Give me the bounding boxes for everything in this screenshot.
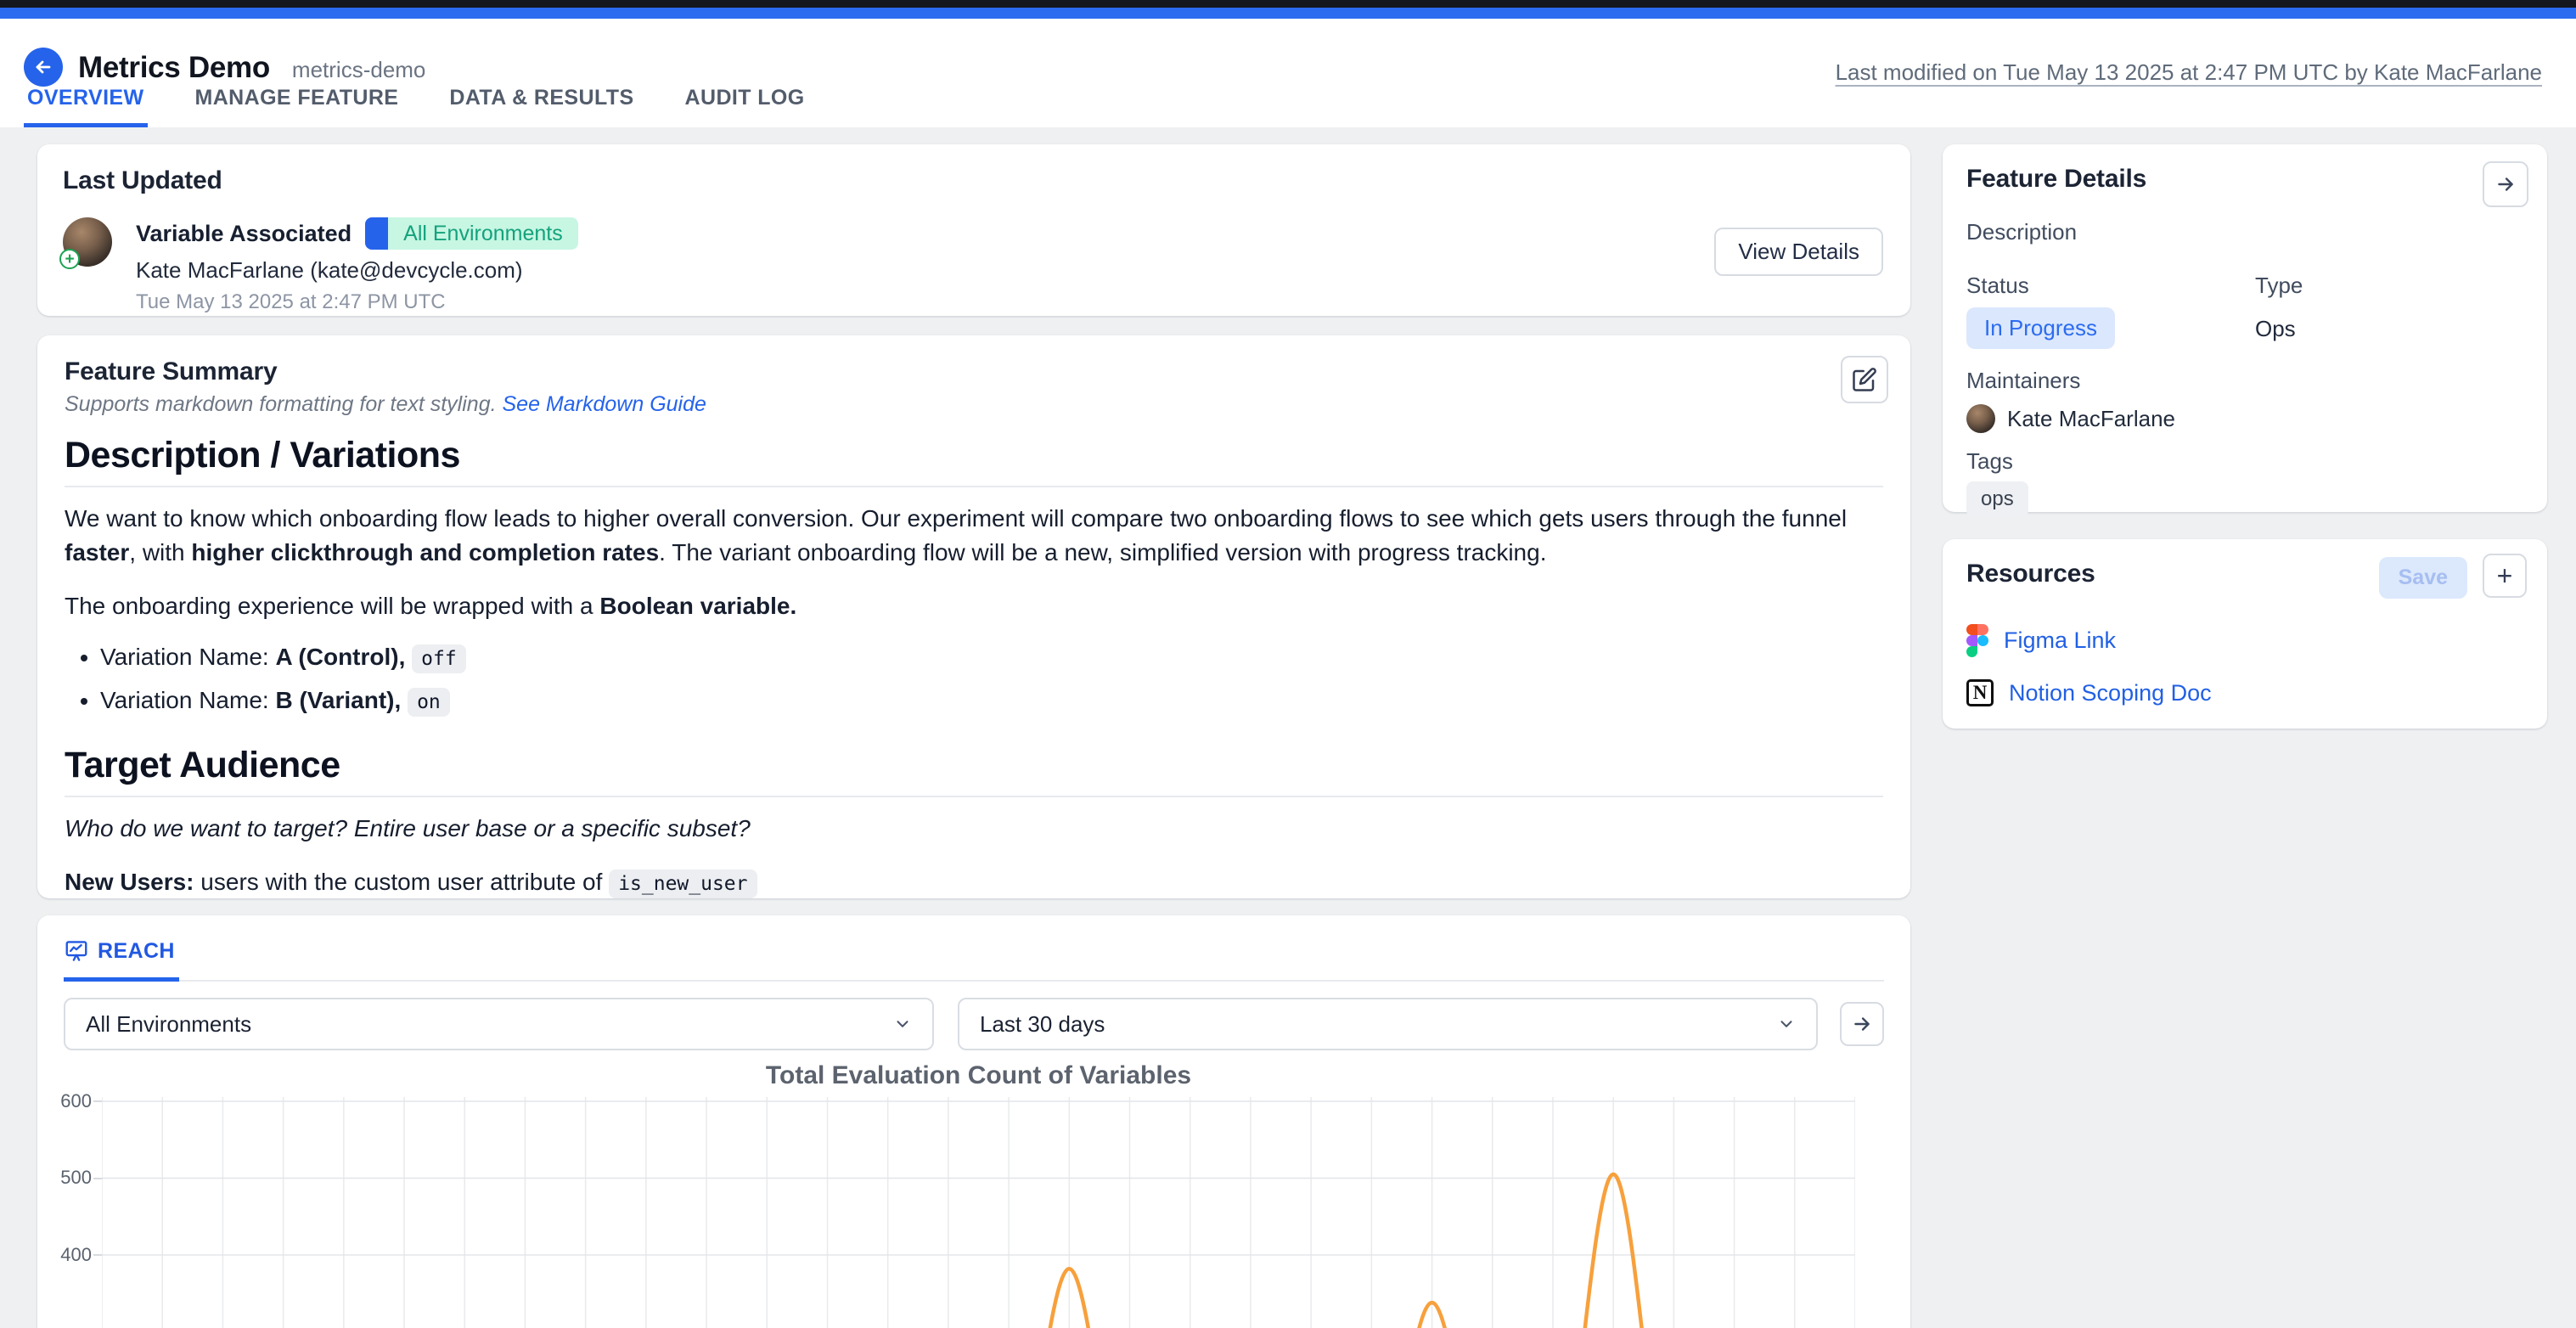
maintainer-avatar (1966, 404, 1995, 433)
feature-details-card: Feature Details Description Status In Pr… (1943, 144, 2547, 512)
page-slug: metrics-demo (292, 57, 425, 83)
last-modified-text[interactable]: Last modified on Tue May 13 2025 at 2:47… (1836, 59, 2542, 86)
date-range-select-value: Last 30 days (980, 1011, 1105, 1038)
event-name: Variable Associated (136, 221, 352, 247)
back-button[interactable] (24, 48, 63, 87)
open-feature-details-button[interactable] (2483, 161, 2528, 207)
tag-badge: ops (1966, 481, 2028, 517)
subtitle-text: Supports markdown formatting for text st… (65, 392, 503, 416)
environment-select[interactable]: All Environments (64, 998, 934, 1050)
markdown-body: Description / Variations We want to know… (65, 436, 1883, 898)
status-badge: In Progress (1966, 307, 2115, 349)
status-label: Status (1966, 273, 2255, 299)
view-details-button[interactable]: View Details (1714, 228, 1883, 276)
event-timestamp: Tue May 13 2025 at 2:47 PM UTC (136, 290, 578, 314)
section-heading-target-audience: Target Audience (65, 746, 1883, 797)
reach-card: REACH All Environments Last 30 days Tota… (37, 915, 1910, 1328)
resource-link-label: Figma Link (2004, 627, 2116, 654)
reach-tab-active-underline (64, 977, 179, 982)
feature-summary-heading: Feature Summary (65, 357, 1883, 386)
section-heading-description: Description / Variations (65, 436, 1883, 487)
variation-list: Variation Name: A (Control), off Variati… (75, 640, 1883, 719)
main-content: Last Updated + Variable Associated All E… (0, 127, 2576, 1328)
paragraph-new-users: New Users: users with the custom user at… (65, 865, 1883, 898)
title-row: Metrics Demo metrics-demo (78, 51, 425, 85)
tab-audit-log[interactable]: AUDIT LOG (683, 86, 807, 127)
feature-summary-card: Feature Summary Supports markdown format… (37, 335, 1910, 898)
top-dark-bar (0, 0, 2576, 8)
last-updated-row: + Variable Associated All Environments K… (63, 217, 1885, 314)
tags-label: Tags (1966, 448, 2523, 475)
notion-icon: N (1966, 679, 1994, 706)
edit-pencil-icon (1852, 367, 1877, 392)
page-header: Metrics Demo metrics-demo Last modified … (0, 19, 2576, 127)
list-item: Variation Name: B (Variant), on (100, 684, 1883, 719)
arrow-left-icon (33, 57, 53, 77)
feature-details-heading: Feature Details (1966, 165, 2523, 194)
top-accent-bar (0, 8, 2576, 19)
page-title: Metrics Demo (78, 51, 270, 85)
save-button[interactable]: Save (2379, 557, 2467, 599)
arrow-right-icon (1851, 1013, 1873, 1035)
resource-link-notion[interactable]: N Notion Scoping Doc (1966, 679, 2523, 706)
chart-title: Total Evaluation Count of Variables (102, 1061, 1855, 1090)
status-column: Status In Progress (1966, 273, 2255, 349)
event-user: Kate MacFarlane (kate@devcycle.com) (136, 257, 578, 284)
chevron-down-icon (893, 1015, 912, 1033)
edit-summary-button[interactable] (1841, 356, 1888, 403)
feature-summary-subtitle: Supports markdown formatting for text st… (65, 392, 1883, 417)
last-updated-detail: Variable Associated All Environments Kat… (136, 217, 578, 314)
resource-link-figma[interactable]: Figma Link (1966, 624, 2523, 657)
apply-range-button[interactable] (1840, 1002, 1884, 1046)
maintainer-row: Kate MacFarlane (1966, 404, 2523, 433)
plus-badge-icon: + (59, 249, 80, 269)
tab-bar: OVERVIEW MANAGE FEATURE DATA & RESULTS A… (25, 86, 807, 127)
y-axis-tick-600: 600 (49, 1090, 92, 1112)
avatar: + (63, 217, 112, 267)
environment-badge-label: All Environments (388, 217, 578, 250)
tab-overview[interactable]: OVERVIEW (25, 86, 146, 127)
environment-badge-color-segment (365, 217, 388, 250)
reach-tab-divider (64, 980, 1884, 982)
resource-link-label: Notion Scoping Doc (2009, 680, 2212, 706)
tab-manage-feature[interactable]: MANAGE FEATURE (194, 86, 401, 127)
figma-icon (1966, 624, 1988, 657)
last-updated-heading: Last Updated (63, 166, 1885, 195)
maintainers-label: Maintainers (1966, 368, 2523, 394)
markdown-guide-link[interactable]: See Markdown Guide (503, 392, 706, 416)
paragraph-experiment: We want to know which onboarding flow le… (65, 502, 1883, 570)
evaluation-count-line-chart (102, 1097, 1855, 1328)
tab-reach[interactable]: REACH (64, 938, 175, 964)
reach-tab-label: REACH (98, 939, 175, 964)
paragraph-boolean: The onboarding experience will be wrappe… (65, 589, 1883, 623)
arrow-right-icon (2494, 173, 2517, 195)
y-axis-tick-400: 400 (49, 1244, 92, 1266)
resources-card: Resources Save + Figma Link N Notion Sco… (1943, 539, 2547, 729)
description-label: Description (1966, 219, 2523, 245)
environment-badge: All Environments (365, 217, 578, 250)
environment-select-value: All Environments (86, 1011, 251, 1038)
type-label: Type (2255, 273, 2303, 299)
type-value: Ops (2255, 316, 2303, 342)
chevron-down-icon (1777, 1015, 1796, 1033)
last-updated-card: Last Updated + Variable Associated All E… (37, 144, 1910, 316)
maintainer-name: Kate MacFarlane (2007, 406, 2175, 432)
y-axis-tick-500: 500 (49, 1167, 92, 1189)
type-column: Type Ops (2255, 273, 2303, 349)
list-item: Variation Name: A (Control), off (100, 640, 1883, 676)
add-resource-button[interactable]: + (2483, 554, 2527, 598)
paragraph-target-question: Who do we want to target? Entire user ba… (65, 812, 1883, 846)
reach-chart-icon (64, 938, 89, 964)
status-type-grid: Status In Progress Type Ops (1966, 273, 2523, 349)
tab-data-results[interactable]: DATA & RESULTS (447, 86, 635, 127)
date-range-select[interactable]: Last 30 days (958, 998, 1818, 1050)
